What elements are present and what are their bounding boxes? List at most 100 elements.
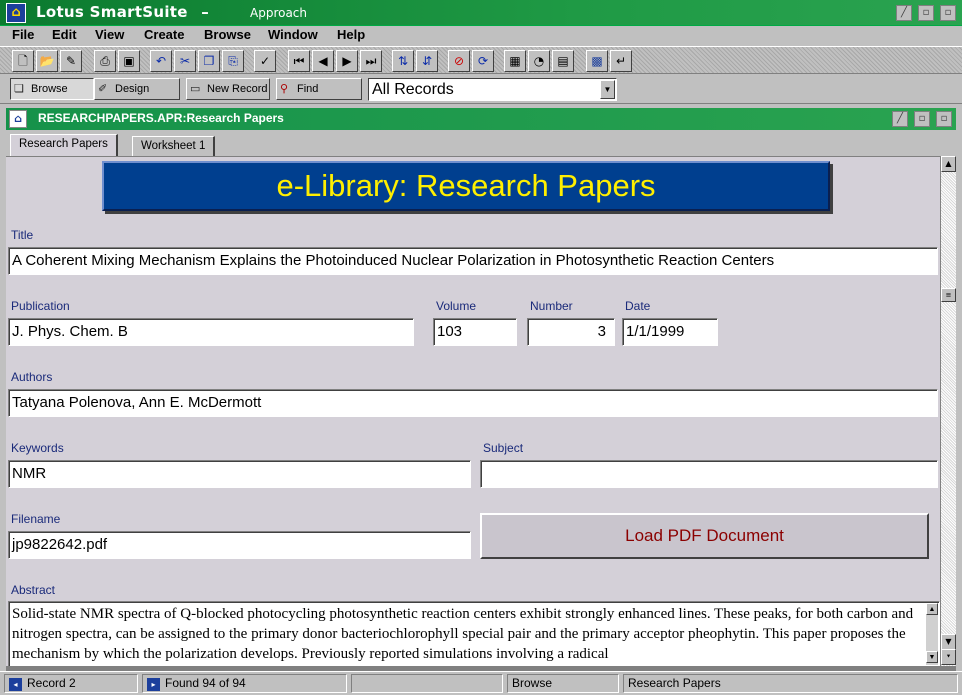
sql-icon[interactable]: ▩ xyxy=(586,50,608,72)
doc-minimize-icon[interactable]: ╱ xyxy=(892,111,908,127)
report-icon[interactable]: ▤ xyxy=(552,50,574,72)
new-record-icon: ▭ xyxy=(190,83,201,95)
close-icon[interactable]: ▫ xyxy=(940,5,956,21)
browse-button[interactable]: ❏ Browse xyxy=(10,78,94,100)
next-record-icon[interactable]: ▶ xyxy=(336,50,358,72)
sort-descending-icon[interactable]: ⇵ xyxy=(416,50,438,72)
new-record-label: New Record xyxy=(207,83,268,95)
browse-label: Browse xyxy=(31,83,68,95)
abstract-label: Abstract xyxy=(11,583,56,597)
previous-record-icon[interactable]: ◀ xyxy=(312,50,334,72)
form-area: e-Library: Research Papers Title A Coher… xyxy=(6,156,940,666)
table-icon[interactable]: ▦ xyxy=(504,50,526,72)
records-select-value: All Records xyxy=(372,81,454,98)
subject-field[interactable] xyxy=(480,460,938,488)
paste-icon[interactable]: ⎘ xyxy=(222,50,244,72)
records-select[interactable]: All Records ▼ xyxy=(368,78,617,101)
restore-icon[interactable]: ▫ xyxy=(918,5,934,21)
publication-field[interactable]: J. Phys. Chem. B xyxy=(8,318,414,346)
keywords-field[interactable]: NMR xyxy=(8,460,471,488)
abstract-field[interactable]: Solid-state NMR spectra of Q-blocked pho… xyxy=(8,601,940,666)
browse-icon: ❏ xyxy=(14,83,24,95)
menu-browse[interactable]: Browse xyxy=(204,27,251,42)
status-mode[interactable]: Browse xyxy=(507,674,619,693)
doc-close-icon[interactable]: ▫ xyxy=(936,111,952,127)
volume-label: Volume xyxy=(436,299,477,313)
refresh-icon[interactable]: ⟳ xyxy=(472,50,494,72)
document-icon[interactable]: ⌂ xyxy=(9,110,27,128)
status-bar: ◂ Record 2 ▸ Found 94 of 94 Browse Resea… xyxy=(0,671,962,695)
chevron-down-icon[interactable]: ▼ xyxy=(600,80,615,99)
delete-record-icon[interactable]: ⊘ xyxy=(448,50,470,72)
enter-icon[interactable]: ↵ xyxy=(610,50,632,72)
form-scrollbar[interactable]: ▲ ≡ ▼ ⯆ xyxy=(940,156,956,666)
load-pdf-button[interactable]: Load PDF Document xyxy=(480,513,929,559)
app-title-bar: ⌂ Lotus SmartSuite – Approach ╱ ▫ ▫ xyxy=(0,0,962,26)
status-found[interactable]: ▸ Found 94 of 94 xyxy=(142,674,347,693)
new-record-button[interactable]: ▭ New Record xyxy=(186,78,270,100)
abstract-scroll-up-icon[interactable]: ▲ xyxy=(926,603,938,615)
minimize-icon[interactable]: ╱ xyxy=(896,5,912,21)
lotus-app-icon[interactable]: ⌂ xyxy=(6,3,26,23)
authors-field[interactable]: Tatyana Polenova, Ann E. McDermott xyxy=(8,389,938,417)
status-record[interactable]: ◂ Record 2 xyxy=(4,674,138,693)
authors-label: Authors xyxy=(11,370,53,384)
date-label: Date xyxy=(625,299,651,313)
attach-icon[interactable]: ✎ xyxy=(60,50,82,72)
menu-create[interactable]: Create xyxy=(144,27,184,42)
chart-icon[interactable]: ◔ xyxy=(528,50,550,72)
number-field[interactable]: 3 xyxy=(527,318,615,346)
preview-icon[interactable]: ▣ xyxy=(118,50,140,72)
filename-label: Filename xyxy=(11,512,61,526)
menu-window[interactable]: Window xyxy=(268,27,318,42)
cut-icon[interactable]: ✂ xyxy=(174,50,196,72)
scroll-up-icon[interactable]: ▲ xyxy=(941,156,956,172)
menu-file[interactable]: File xyxy=(12,27,34,42)
scroll-thumb[interactable]: ≡ xyxy=(941,288,956,302)
mode-toolbar: ❏ Browse ✐ Design ▭ New Record ⚲ Find Al… xyxy=(0,75,962,104)
tab-research-papers[interactable]: Research Papers xyxy=(10,134,118,156)
found-nav-icon[interactable]: ▸ xyxy=(147,678,160,691)
sort-ascending-icon[interactable]: ⇅ xyxy=(392,50,414,72)
status-found-text: Found 94 of 94 xyxy=(165,676,246,690)
undo-icon[interactable]: ↶ xyxy=(150,50,172,72)
status-view[interactable]: Research Papers xyxy=(623,674,958,693)
doc-restore-icon[interactable]: ▫ xyxy=(914,111,930,127)
copy-icon[interactable]: ❐ xyxy=(198,50,220,72)
app-name: Lotus SmartSuite xyxy=(36,3,188,21)
publication-label: Publication xyxy=(11,299,70,313)
open-folder-icon[interactable]: 📂 xyxy=(36,50,58,72)
abstract-text: Solid-state NMR spectra of Q-blocked pho… xyxy=(12,606,914,662)
tab-worksheet-1[interactable]: Worksheet 1 xyxy=(132,136,216,156)
document-title: RESEARCHPAPERS.APR:Research Papers xyxy=(38,111,284,125)
keywords-label: Keywords xyxy=(11,441,64,455)
view-tabs: Research Papers Worksheet 1 xyxy=(6,132,956,156)
date-field[interactable]: 1/1/1999 xyxy=(622,318,718,346)
scroll-end-icon[interactable]: ⯆ xyxy=(941,649,956,665)
find-button[interactable]: ⚲ Find xyxy=(276,78,362,100)
design-label: Design xyxy=(115,83,150,95)
design-button[interactable]: ✐ Design xyxy=(94,78,180,100)
number-label: Number xyxy=(530,299,573,313)
last-record-icon[interactable]: ⏭ xyxy=(360,50,382,72)
volume-field[interactable]: 103 xyxy=(433,318,517,346)
scroll-down-icon[interactable]: ▼ xyxy=(941,634,956,650)
filename-field[interactable]: jp9822642.pdf xyxy=(8,531,471,559)
subject-label: Subject xyxy=(483,441,524,455)
new-document-icon[interactable]: 🗋 xyxy=(12,50,34,72)
menu-help[interactable]: Help xyxy=(337,27,365,42)
icon-toolbar: 🗋 📂 ✎ ⎙ ▣ ↶ ✂ ❐ ⎘ ✓ ⏮ ◀ ▶ ⏭ ⇅ ⇵ ⊘ ⟳ ▦ ◔ … xyxy=(0,46,962,74)
print-icon[interactable]: ⎙ xyxy=(94,50,116,72)
first-record-icon[interactable]: ⏮ xyxy=(288,50,310,72)
app-subtitle: Approach xyxy=(250,6,308,20)
menu-view[interactable]: View xyxy=(95,27,124,42)
find-label: Find xyxy=(297,83,319,95)
title-field[interactable]: A Coherent Mixing Mechanism Explains the… xyxy=(8,247,938,275)
abstract-scroll-down-icon[interactable]: ▼ xyxy=(926,651,938,663)
title-label: Title xyxy=(11,228,34,242)
app-title: Lotus SmartSuite – xyxy=(36,3,209,21)
spell-check-icon[interactable]: ✓ xyxy=(254,50,276,72)
abstract-scrollbar[interactable]: ▲ ▼ xyxy=(926,603,938,665)
menu-edit[interactable]: Edit xyxy=(52,27,77,42)
record-nav-icon[interactable]: ◂ xyxy=(9,678,22,691)
